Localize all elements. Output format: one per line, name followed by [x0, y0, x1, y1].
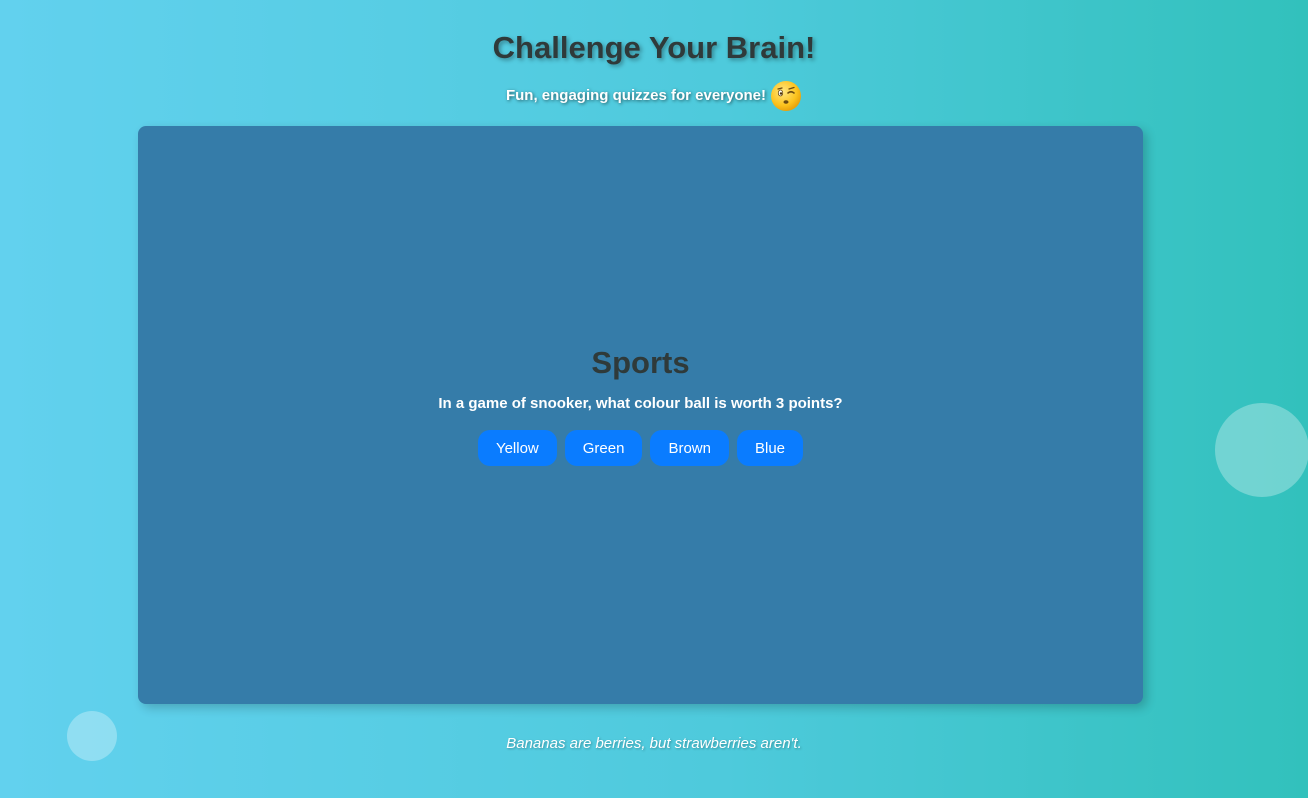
decorative-bubble: [67, 711, 117, 761]
quiz-category: Sports: [591, 345, 690, 380]
page-title: Challenge Your Brain!: [492, 30, 816, 65]
page-subtitle: Fun, engaging quizzes for everyone!: [505, 87, 767, 104]
answer-options: Yellow Green Brown Blue: [477, 430, 804, 466]
answer-button-yellow[interactable]: Yellow: [477, 430, 557, 466]
answer-button-blue[interactable]: Blue: [737, 430, 804, 466]
fun-fact: Bananas are berries, but strawberries ar…: [506, 735, 802, 752]
quiz-question: In a game of snooker, what colour ball i…: [438, 395, 843, 412]
subtitle-row: Fun, engaging quizzes for everyone!: [0, 80, 1308, 112]
winking-face-icon: [770, 80, 802, 112]
quiz-card: Sports In a game of snooker, what colour…: [138, 126, 1143, 704]
answer-button-green[interactable]: Green: [564, 430, 643, 466]
answer-button-brown[interactable]: Brown: [650, 430, 729, 466]
decorative-bubble: [1215, 403, 1308, 497]
